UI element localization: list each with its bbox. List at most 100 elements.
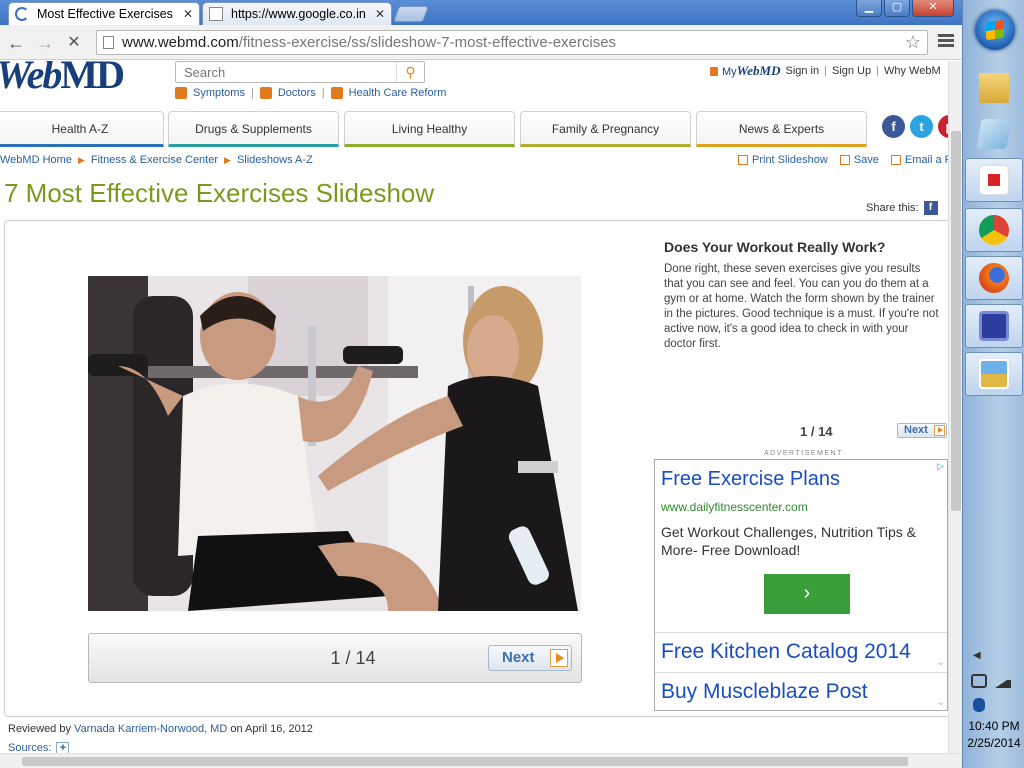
facebook-share-icon[interactable]: f	[923, 201, 938, 215]
close-window-button[interactable]: ✕	[912, 0, 954, 17]
ad-headline[interactable]: Free Exercise Plans	[661, 468, 840, 491]
sources: Sources: +	[8, 742, 70, 753]
notepad-icon[interactable]	[965, 112, 1023, 156]
side-next-button[interactable]: Next	[897, 423, 947, 438]
reviewer-link[interactable]: Varnada Karriem-Norwood, MD	[74, 723, 227, 735]
email-link[interactable]: Email a Fr	[890, 154, 948, 166]
breadcrumb: WebMD Home ▶ Fitness & Exercise Center ▶…	[0, 154, 313, 166]
tab-news-experts[interactable]: News & Experts	[696, 111, 867, 147]
file-explorer-icon[interactable]	[965, 66, 1023, 110]
side-slide-counter: 1 / 14	[800, 424, 833, 439]
share-label: Share this:	[866, 202, 919, 214]
chrome-menu-icon[interactable]	[938, 34, 954, 50]
slide-navigation-bar: 1 / 14 Next	[88, 633, 582, 683]
tab-strip: Most Effective Exercises Pi ✕ https://ww…	[0, 0, 962, 25]
new-tab-button[interactable]	[393, 6, 429, 22]
webmd-label: WebMD	[736, 63, 781, 78]
search-icon[interactable]: ⚲	[396, 62, 424, 82]
scroll-thumb[interactable]	[951, 131, 961, 511]
close-tab-icon[interactable]: ✕	[183, 7, 193, 21]
chrome-icon[interactable]	[965, 208, 1023, 252]
symptoms-label: Symptoms	[193, 87, 245, 99]
close-tab-icon[interactable]: ✕	[375, 7, 385, 21]
url-host: www.webmd.com	[122, 34, 239, 51]
volume-muted-icon[interactable]	[971, 674, 987, 688]
system-clock[interactable]: 10:40 PM 2/25/2014	[963, 718, 1024, 752]
ad-url[interactable]: www.dailyfitnesscenter.com	[661, 500, 808, 514]
clock-date: 2/25/2014	[967, 736, 1021, 750]
doctors-link[interactable]: Doctors	[259, 87, 316, 99]
facebook-icon[interactable]: f	[882, 115, 905, 138]
ad-description: Get Workout Challenges, Nutrition Tips &…	[661, 524, 916, 558]
webmd-logo[interactable]: WebMD	[0, 61, 125, 98]
vertical-scrollbar[interactable]	[948, 61, 962, 753]
forward-arrow-icon[interactable]: →	[35, 33, 55, 53]
tab-family-pregnancy[interactable]: Family & Pregnancy	[520, 111, 691, 147]
why-webmd-link[interactable]: Why WebM	[884, 65, 941, 77]
breadcrumb-fitness[interactable]: Fitness & Exercise Center	[91, 154, 218, 166]
my-label: My	[722, 66, 737, 78]
twitter-icon[interactable]: t	[910, 115, 933, 138]
remote-display-icon[interactable]	[965, 304, 1023, 348]
minimize-button[interactable]: ▁	[856, 0, 882, 17]
doctors-label: Doctors	[277, 87, 316, 99]
tab-title: Most Effective Exercises Pi	[37, 7, 177, 21]
reviewed-prefix: Reviewed by	[8, 723, 75, 735]
health-care-reform-link[interactable]: Health Care Reform	[330, 87, 447, 99]
address-bar[interactable]: www.webmd.com /fitness-exercise/ss/slide…	[96, 30, 928, 55]
save-label: Save	[853, 154, 879, 166]
gym-trainer-photo	[88, 276, 581, 611]
network-signal-icon[interactable]	[995, 674, 1011, 688]
divider: |	[876, 65, 879, 77]
show-hidden-icons-icon[interactable]: ◀	[973, 650, 981, 661]
ad-link-muscleblaze[interactable]: Buy Muscleblaze Post ⌄	[655, 672, 947, 710]
back-arrow-icon[interactable]: ←	[6, 33, 26, 53]
chevron-right-icon: ▶	[77, 154, 85, 165]
ad-link-label: Free Kitchen Catalog 2014	[661, 640, 911, 663]
user-links: MyWebMD Sign in | Sign Up | Why WebM	[710, 63, 946, 79]
scroll-thumb[interactable]	[22, 757, 908, 766]
ad-link-kitchen[interactable]: Free Kitchen Catalog 2014 ⌄	[655, 632, 947, 670]
play-arrow-icon	[550, 649, 568, 667]
photo-viewer-icon[interactable]	[965, 352, 1023, 396]
save-link[interactable]: Save	[839, 154, 879, 166]
mywebmd-link[interactable]: MyWebMD	[722, 63, 780, 79]
tab-webmd[interactable]: Most Effective Exercises Pi ✕	[8, 2, 200, 25]
slide-photo	[88, 276, 581, 611]
print-slideshow-link[interactable]: Print Slideshow	[738, 154, 828, 166]
health-care-reform-label: Health Care Reform	[348, 87, 447, 99]
breadcrumb-slideshows[interactable]: Slideshows A-Z	[237, 154, 313, 166]
tab-health-a-z[interactable]: Health A-Z	[0, 111, 164, 147]
horizontal-scrollbar[interactable]	[0, 753, 962, 768]
firefox-icon[interactable]	[965, 256, 1023, 300]
tab-living-healthy[interactable]: Living Healthy	[344, 111, 515, 147]
browser-toolbar: ← → ✕ www.webmd.com /fitness-exercise/ss…	[0, 25, 962, 60]
tab-drugs-supplements[interactable]: Drugs & Supplements	[168, 111, 339, 147]
ad-go-button[interactable]: ›	[764, 574, 850, 614]
sign-in-link[interactable]: Sign in	[785, 65, 819, 77]
chevron-right-icon: ▶	[224, 154, 231, 165]
bookmark-star-icon[interactable]: ☆	[905, 32, 921, 53]
ad-choices-icon[interactable]: ▷	[937, 461, 947, 471]
breadcrumb-home[interactable]: WebMD Home	[0, 154, 72, 166]
bluetooth-icon[interactable]	[973, 698, 985, 712]
tab-google[interactable]: https://www.google.co.in ✕	[202, 2, 392, 25]
airtel-icon[interactable]	[965, 158, 1023, 202]
next-slide-button[interactable]: Next	[488, 645, 572, 671]
search-input[interactable]	[176, 62, 398, 82]
maximize-button[interactable]: ▢	[884, 0, 910, 17]
browser-window: Most Effective Exercises Pi ✕ https://ww…	[0, 0, 962, 768]
page-info-icon[interactable]	[103, 36, 114, 49]
sources-label: Sources:	[8, 742, 52, 753]
play-arrow-icon	[934, 425, 945, 436]
logo-web: Web	[0, 61, 62, 97]
expand-sources-button[interactable]: +	[56, 742, 70, 753]
ad-unit: ▷ Free Exercise Plans www.dailyfitnessce…	[654, 459, 948, 711]
symptoms-link[interactable]: Symptoms	[175, 87, 245, 99]
start-button[interactable]	[975, 10, 1015, 50]
email-label: Email a Fr	[904, 154, 948, 166]
stop-loading-icon[interactable]: ✕	[64, 33, 84, 53]
doctor-icon	[259, 87, 272, 99]
bookmark-icon	[839, 155, 850, 165]
sign-up-link[interactable]: Sign Up	[832, 65, 871, 77]
